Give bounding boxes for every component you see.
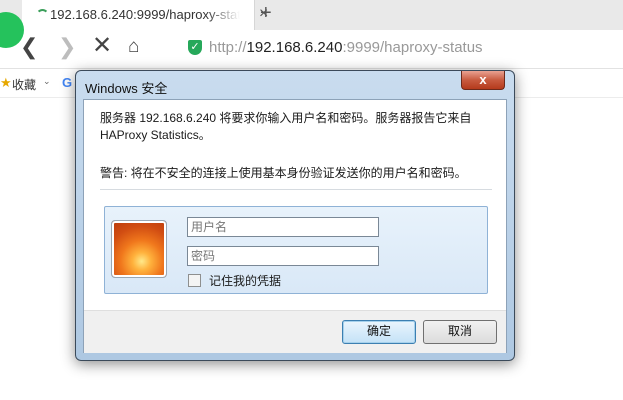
windows-security-dialog: Windows 安全 x 服务器 192.168.6.240 将要求你输入用户名… <box>75 70 515 361</box>
cancel-button[interactable]: 取消 <box>423 320 497 344</box>
back-icon[interactable]: ❮ <box>20 36 38 58</box>
tab-bar: 192.168.6.240:9999/haproxy-status × + <box>0 0 623 30</box>
home-icon[interactable]: ⌂ <box>128 36 139 58</box>
star-icon: ★ <box>0 75 12 90</box>
username-field[interactable] <box>187 217 379 237</box>
new-tab-button[interactable]: + <box>260 2 272 25</box>
security-warning: 警告: 将在不安全的连接上使用基本身份验证发送你的用户名和密码。 <box>100 166 467 180</box>
close-button[interactable]: x <box>461 71 505 90</box>
ok-button[interactable]: 确定 <box>342 320 416 344</box>
remember-checkbox[interactable] <box>188 274 201 287</box>
chevron-down-icon[interactable]: ⌄ <box>43 76 51 87</box>
credential-panel: 记住我的凭据 <box>104 206 488 294</box>
bookmarks-menu[interactable]: 收藏 <box>12 76 36 93</box>
dialog-body: 服务器 192.168.6.240 将要求你输入用户名和密码。服务器报告它来自 … <box>83 99 507 353</box>
url-path: :9999/haproxy-status <box>342 39 483 56</box>
button-strip: 确定 取消 <box>84 310 506 353</box>
stop-icon[interactable]: ✕ <box>92 34 112 58</box>
navigation-bar: ❮ ❯ ✕ ⌂ ✓ http://192.168.6.240:9999/hapr… <box>0 30 623 69</box>
dialog-title: Windows 安全 <box>85 81 168 96</box>
loading-icon <box>36 9 49 22</box>
user-tile-icon <box>111 220 167 278</box>
password-field[interactable] <box>187 246 379 266</box>
url-host: 192.168.6.240 <box>246 39 343 56</box>
active-tab[interactable]: 192.168.6.240:9999/haproxy-status × <box>22 0 268 30</box>
remember-label[interactable]: 记住我的凭据 <box>209 272 281 289</box>
forward-icon[interactable]: ❯ <box>58 36 76 58</box>
address-bar[interactable]: http://192.168.6.240:9999/haproxy-status <box>209 39 483 56</box>
url-scheme: http:// <box>209 39 247 56</box>
divider <box>100 189 492 190</box>
secure-shield-icon[interactable]: ✓ <box>188 40 202 55</box>
google-icon[interactable]: G <box>62 75 72 90</box>
tab-title: 192.168.6.240:9999/haproxy-status <box>50 7 240 22</box>
server-message: 服务器 192.168.6.240 将要求你输入用户名和密码。服务器报告它来自 … <box>100 111 472 142</box>
